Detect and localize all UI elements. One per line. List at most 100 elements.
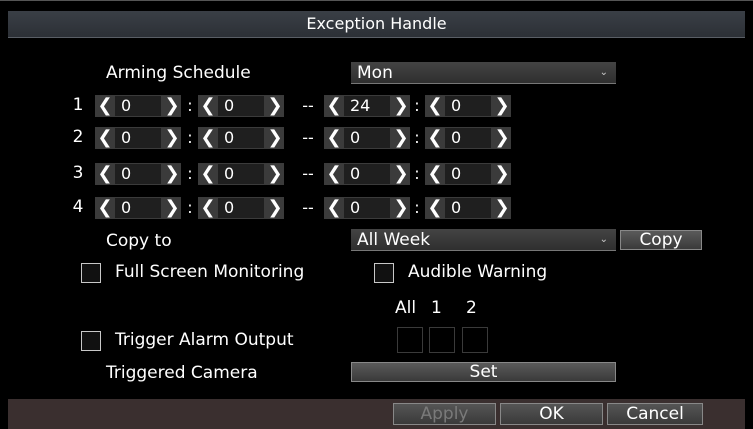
full-screen-checkbox[interactable] — [81, 263, 101, 283]
schedule-row-number: 3 — [72, 163, 84, 183]
chevron-right-icon[interactable]: ❯ — [493, 197, 511, 219]
triggered-camera-label: Triggered Camera — [106, 363, 258, 383]
chevron-left-icon[interactable]: ❮ — [325, 127, 343, 149]
start-hour-spinner[interactable]: ❮ 0 ❯ — [95, 95, 181, 117]
end-hour-spinner[interactable]: ❮ 0 ❯ — [324, 127, 410, 149]
alarm-1-checkbox[interactable] — [429, 327, 455, 353]
chevron-left-icon[interactable]: ❮ — [325, 95, 343, 117]
end-hour-value[interactable]: 0 — [344, 128, 390, 148]
chevron-left-icon[interactable]: ❮ — [96, 197, 114, 219]
chevron-left-icon[interactable]: ❮ — [199, 163, 217, 185]
copy-target-select[interactable]: All Week ⌄ — [351, 229, 616, 251]
chevron-right-icon[interactable]: ❯ — [392, 197, 410, 219]
alarm-header-all: All — [395, 298, 417, 318]
end-minute-spinner[interactable]: ❮ 0 ❯ — [425, 95, 511, 117]
arming-schedule-label: Arming Schedule — [106, 63, 251, 83]
audible-warning-label: Audible Warning — [408, 262, 548, 282]
chevron-left-icon[interactable]: ❮ — [325, 197, 343, 219]
end-hour-spinner[interactable]: ❮ 0 ❯ — [324, 163, 410, 185]
range-separator: -- — [302, 198, 314, 217]
end-hour-spinner[interactable]: ❮ 24 ❯ — [324, 95, 410, 117]
footer-bar: Apply OK Cancel — [8, 399, 745, 429]
end-hour-value[interactable]: 0 — [344, 164, 390, 184]
start-hour-value[interactable]: 0 — [115, 164, 161, 184]
start-hour-value[interactable]: 0 — [115, 128, 161, 148]
start-hour-value[interactable]: 0 — [115, 96, 161, 116]
chevron-right-icon[interactable]: ❯ — [163, 197, 181, 219]
apply-button[interactable]: Apply — [393, 403, 496, 425]
range-separator: -- — [302, 164, 314, 183]
chevron-left-icon[interactable]: ❮ — [96, 95, 114, 117]
chevron-left-icon[interactable]: ❮ — [426, 95, 444, 117]
end-minute-spinner[interactable]: ❮ 0 ❯ — [425, 163, 511, 185]
copy-button[interactable]: Copy — [620, 230, 702, 250]
ok-button[interactable]: OK — [500, 403, 603, 425]
arming-day-select[interactable]: Mon ⌄ — [351, 62, 616, 84]
chevron-left-icon[interactable]: ❮ — [96, 127, 114, 149]
schedule-row-number: 4 — [72, 197, 84, 217]
chevron-right-icon[interactable]: ❯ — [266, 127, 284, 149]
arming-day-value: Mon — [357, 63, 393, 83]
start-minute-value[interactable]: 0 — [218, 164, 264, 184]
end-hour-value[interactable]: 24 — [344, 96, 390, 116]
cancel-button[interactable]: Cancel — [607, 403, 703, 425]
time-separator: : — [414, 96, 420, 115]
range-separator: -- — [302, 128, 314, 147]
end-minute-value[interactable]: 0 — [445, 128, 491, 148]
chevron-left-icon[interactable]: ❮ — [199, 127, 217, 149]
time-separator: : — [187, 128, 193, 147]
start-hour-spinner[interactable]: ❮ 0 ❯ — [95, 127, 181, 149]
start-minute-spinner[interactable]: ❮ 0 ❯ — [198, 197, 284, 219]
end-minute-value[interactable]: 0 — [445, 198, 491, 218]
dialog-title: Exception Handle — [8, 11, 745, 38]
time-separator: : — [187, 164, 193, 183]
chevron-right-icon[interactable]: ❯ — [266, 95, 284, 117]
time-separator: : — [414, 128, 420, 147]
chevron-left-icon[interactable]: ❮ — [426, 163, 444, 185]
chevron-right-icon[interactable]: ❯ — [266, 197, 284, 219]
chevron-right-icon[interactable]: ❯ — [493, 95, 511, 117]
chevron-left-icon[interactable]: ❮ — [96, 163, 114, 185]
end-hour-spinner[interactable]: ❮ 0 ❯ — [324, 197, 410, 219]
start-minute-spinner[interactable]: ❮ 0 ❯ — [198, 163, 284, 185]
chevron-down-icon: ⌄ — [599, 67, 608, 78]
alarm-all-checkbox[interactable] — [397, 327, 423, 353]
chevron-right-icon[interactable]: ❯ — [266, 163, 284, 185]
chevron-right-icon[interactable]: ❯ — [163, 163, 181, 185]
exception-handle-dialog: Exception Handle Arming Schedule Mon ⌄ 1… — [0, 0, 753, 429]
start-minute-spinner[interactable]: ❮ 0 ❯ — [198, 127, 284, 149]
end-hour-value[interactable]: 0 — [344, 198, 390, 218]
trigger-alarm-checkbox[interactable] — [81, 331, 101, 351]
start-minute-value[interactable]: 0 — [218, 128, 264, 148]
chevron-left-icon[interactable]: ❮ — [199, 197, 217, 219]
chevron-left-icon[interactable]: ❮ — [325, 163, 343, 185]
chevron-right-icon[interactable]: ❯ — [493, 127, 511, 149]
start-hour-spinner[interactable]: ❮ 0 ❯ — [95, 197, 181, 219]
chevron-right-icon[interactable]: ❯ — [392, 127, 410, 149]
chevron-right-icon[interactable]: ❯ — [392, 95, 410, 117]
set-camera-button[interactable]: Set — [351, 362, 616, 382]
time-separator: : — [414, 198, 420, 217]
end-minute-spinner[interactable]: ❮ 0 ❯ — [425, 127, 511, 149]
start-hour-spinner[interactable]: ❮ 0 ❯ — [95, 163, 181, 185]
chevron-left-icon[interactable]: ❮ — [426, 197, 444, 219]
chevron-left-icon[interactable]: ❮ — [426, 127, 444, 149]
end-minute-value[interactable]: 0 — [445, 164, 491, 184]
time-separator: : — [187, 96, 193, 115]
start-hour-value[interactable]: 0 — [115, 198, 161, 218]
chevron-down-icon: ⌄ — [599, 234, 608, 245]
copy-target-value: All Week — [357, 230, 431, 250]
start-minute-value[interactable]: 0 — [218, 96, 264, 116]
range-separator: -- — [302, 96, 314, 115]
chevron-left-icon[interactable]: ❮ — [199, 95, 217, 117]
end-minute-value[interactable]: 0 — [445, 96, 491, 116]
alarm-2-checkbox[interactable] — [462, 327, 488, 353]
chevron-right-icon[interactable]: ❯ — [163, 127, 181, 149]
chevron-right-icon[interactable]: ❯ — [493, 163, 511, 185]
chevron-right-icon[interactable]: ❯ — [392, 163, 410, 185]
audible-warning-checkbox[interactable] — [374, 263, 394, 283]
start-minute-spinner[interactable]: ❮ 0 ❯ — [198, 95, 284, 117]
chevron-right-icon[interactable]: ❯ — [163, 95, 181, 117]
end-minute-spinner[interactable]: ❮ 0 ❯ — [425, 197, 511, 219]
start-minute-value[interactable]: 0 — [218, 198, 264, 218]
